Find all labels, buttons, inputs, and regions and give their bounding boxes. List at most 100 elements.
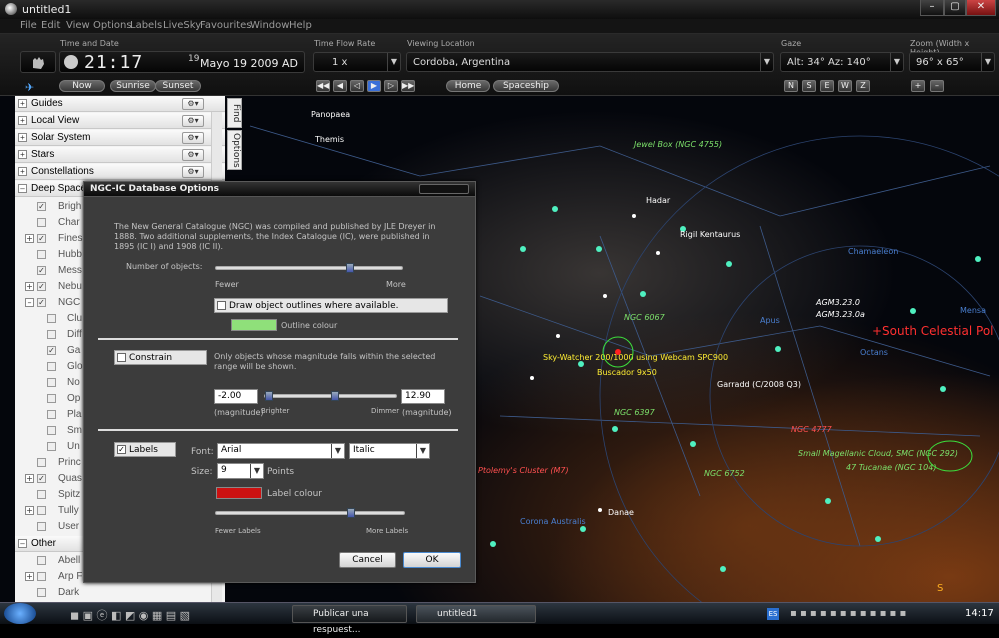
tree-item[interactable]: Arp F bbox=[58, 571, 82, 582]
checkbox[interactable]: ✓ bbox=[47, 346, 56, 355]
expand-icon[interactable]: + bbox=[18, 99, 27, 108]
gear-icon[interactable]: ⚙▾ bbox=[182, 149, 204, 161]
sky-label-agm1[interactable]: AGM3.23.0 bbox=[816, 298, 860, 307]
compass-south-button[interactable]: S bbox=[802, 80, 816, 92]
collapse-icon[interactable]: – bbox=[25, 298, 34, 307]
sky-label-octans[interactable]: Octans bbox=[860, 348, 888, 357]
star-marker[interactable] bbox=[975, 256, 981, 262]
font-select[interactable]: Arial ▼ bbox=[217, 443, 345, 459]
smc-outline-icon[interactable] bbox=[925, 436, 975, 476]
checkbox[interactable] bbox=[37, 250, 46, 259]
tree-item[interactable]: Un bbox=[67, 441, 80, 452]
checkbox[interactable] bbox=[217, 301, 226, 310]
forward-fast-icon[interactable]: ▶▶ bbox=[401, 80, 415, 92]
language-indicator[interactable]: ES bbox=[767, 608, 779, 620]
size-select[interactable]: 9 ▼ bbox=[217, 463, 264, 479]
menu-livesky[interactable]: LiveSky bbox=[163, 20, 201, 31]
expand-icon[interactable]: + bbox=[25, 282, 34, 291]
star-marker[interactable] bbox=[690, 441, 696, 447]
expand-icon[interactable]: + bbox=[18, 150, 27, 159]
checkbox[interactable] bbox=[47, 314, 56, 323]
expand-icon[interactable]: + bbox=[18, 116, 27, 125]
tree-item[interactable]: Fines bbox=[58, 233, 82, 244]
now-button[interactable]: Now bbox=[59, 80, 105, 92]
sky-label-hadar[interactable]: Hadar bbox=[646, 196, 670, 205]
menu-help[interactable]: Help bbox=[289, 20, 312, 31]
sky-label-south-pole[interactable]: +South Celestial Pol bbox=[872, 324, 994, 338]
collapse-icon[interactable]: – bbox=[18, 539, 27, 548]
category-constellations[interactable]: + Constellations ⚙▾ bbox=[15, 164, 225, 180]
tree-item[interactable]: Tully bbox=[58, 505, 79, 516]
tree-item[interactable]: Char bbox=[58, 217, 80, 228]
tree-item[interactable]: Spitz bbox=[58, 489, 80, 500]
tree-item[interactable]: Pla bbox=[67, 409, 81, 420]
star-marker[interactable] bbox=[612, 426, 618, 432]
checkbox[interactable] bbox=[37, 458, 46, 467]
checkbox[interactable]: ✓ bbox=[37, 298, 46, 307]
star-marker[interactable] bbox=[603, 294, 607, 298]
font-style-select[interactable]: Italic ▼ bbox=[349, 443, 430, 459]
sky-label-ngc6752[interactable]: NGC 6752 bbox=[704, 469, 745, 478]
tree-item[interactable]: No bbox=[67, 377, 80, 388]
star-marker[interactable] bbox=[632, 214, 636, 218]
star-marker[interactable] bbox=[910, 308, 916, 314]
label-density-slider[interactable] bbox=[215, 508, 405, 518]
sky-label-corona[interactable]: Corona Australis bbox=[520, 517, 586, 526]
tree-item[interactable]: NGC bbox=[58, 297, 80, 308]
star-marker[interactable] bbox=[875, 536, 881, 542]
tree-item[interactable]: Dark bbox=[58, 587, 79, 598]
tree-item[interactable]: Princ bbox=[58, 457, 81, 468]
star-marker[interactable] bbox=[640, 291, 646, 297]
expand-icon[interactable]: + bbox=[18, 167, 27, 176]
tree-item[interactable]: Ga bbox=[67, 345, 80, 356]
menu-file[interactable]: File bbox=[20, 20, 37, 31]
outline-colour-swatch[interactable] bbox=[231, 319, 277, 331]
menu-view[interactable]: View bbox=[66, 20, 90, 31]
checkbox[interactable] bbox=[37, 556, 46, 565]
checkbox[interactable] bbox=[37, 490, 46, 499]
slider-thumb-min[interactable] bbox=[265, 391, 273, 401]
step-forward-icon[interactable]: ▷ bbox=[384, 80, 398, 92]
location-select[interactable]: Cordoba, Argentina ▼ bbox=[406, 52, 774, 72]
star-marker[interactable] bbox=[580, 526, 586, 532]
tab-options[interactable]: Options bbox=[227, 130, 242, 170]
magnitude-range-slider[interactable] bbox=[264, 391, 397, 401]
gear-icon[interactable]: ⚙▾ bbox=[182, 115, 204, 127]
sky-label-apus[interactable]: Apus bbox=[760, 316, 780, 325]
tray-icons[interactable]: ▪ ▪ ▪ ▪ ▪ ▪ ▪ ▪ ▪ ▪ ▪ ▪ bbox=[790, 608, 906, 619]
category-solar-system[interactable]: + Solar System ⚙▾ bbox=[15, 130, 225, 146]
checkbox[interactable]: ✓ bbox=[37, 202, 46, 211]
checkbox[interactable] bbox=[37, 218, 46, 227]
star-marker[interactable] bbox=[720, 566, 726, 572]
sky-label-ngc6397[interactable]: NGC 6397 bbox=[614, 408, 655, 417]
menu-labels[interactable]: Labels bbox=[130, 20, 162, 31]
tree-item[interactable]: User bbox=[58, 521, 79, 532]
sky-label-themis[interactable]: Themis bbox=[315, 135, 344, 144]
gear-icon[interactable]: ⚙▾ bbox=[182, 132, 204, 144]
slider-thumb[interactable] bbox=[345, 263, 354, 273]
star-marker[interactable] bbox=[598, 508, 602, 512]
star-marker[interactable] bbox=[556, 334, 560, 338]
quicklaunch-icons[interactable]: ◼ ▣ ⓔ ◧ ◩ ◉ ▦ ▤ ▧ bbox=[70, 607, 190, 623]
tree-item[interactable]: Op bbox=[67, 393, 80, 404]
sky-label-agm2[interactable]: AGM3.23.0a bbox=[816, 310, 865, 319]
flow-rate-select[interactable]: 1 x ▼ bbox=[313, 52, 401, 72]
close-button[interactable]: ✕ bbox=[966, 0, 996, 16]
checkbox[interactable] bbox=[47, 426, 56, 435]
sky-label-mensa[interactable]: Mensa bbox=[960, 306, 986, 315]
star-marker[interactable] bbox=[726, 261, 732, 267]
sunrise-button[interactable]: Sunrise bbox=[110, 80, 156, 92]
checkbox[interactable]: ✓ bbox=[37, 474, 46, 483]
tree-item[interactable]: Glo bbox=[67, 361, 83, 372]
spaceship-button[interactable]: Spaceship bbox=[493, 80, 559, 92]
constrain-checkbox[interactable]: Constrain bbox=[114, 350, 207, 365]
star-marker[interactable] bbox=[530, 376, 534, 380]
minimize-button[interactable]: – bbox=[920, 0, 944, 16]
sky-label-ngc4777[interactable]: NGC 4777 bbox=[791, 425, 832, 434]
sky-label-garradd[interactable]: Garradd (C/2008 Q3) bbox=[717, 380, 801, 389]
star-marker[interactable] bbox=[775, 346, 781, 352]
star-marker[interactable] bbox=[552, 206, 558, 212]
star-marker[interactable] bbox=[825, 498, 831, 504]
star-marker[interactable] bbox=[940, 386, 946, 392]
step-back-icon[interactable]: ◁ bbox=[350, 80, 364, 92]
